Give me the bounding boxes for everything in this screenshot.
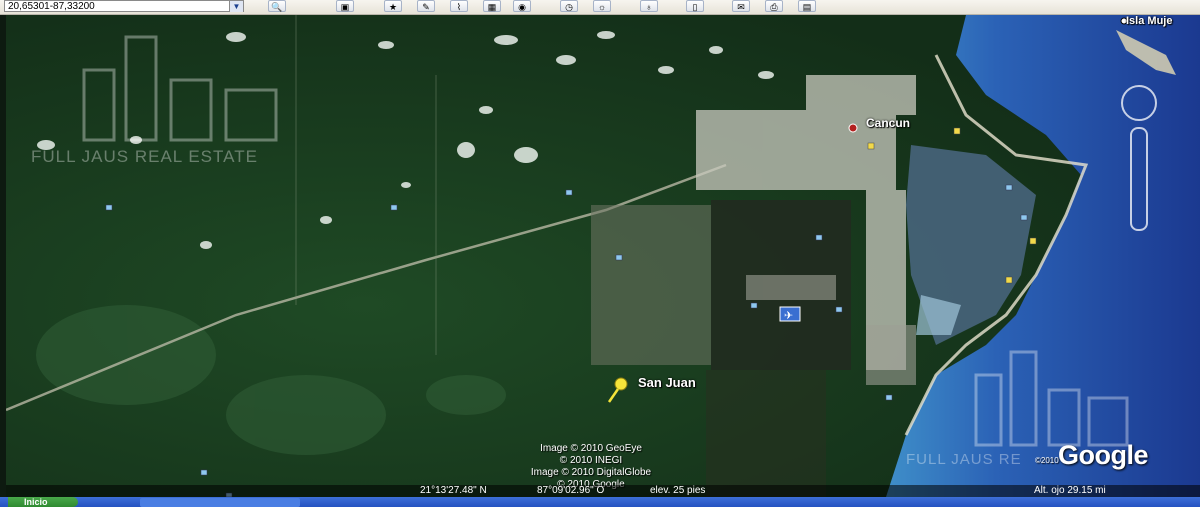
zoom-slider[interactable] — [1130, 127, 1148, 231]
watermark-logo-2 — [974, 350, 1129, 447]
google-logo: Google — [1058, 440, 1149, 470]
print-icon[interactable]: ⎙ — [765, 0, 783, 12]
place-label-san-juan[interactable]: San Juan — [638, 375, 696, 390]
ruler-icon[interactable]: ▯ — [686, 0, 704, 12]
placemark-icon[interactable]: ★ — [384, 0, 402, 12]
taskbar-window-item[interactable] — [140, 498, 300, 507]
watermark-text: FULL JAUS REAL ESTATE — [31, 147, 258, 166]
email-icon[interactable]: ✉ — [732, 0, 750, 12]
historical-imagery-icon[interactable]: ◷ — [560, 0, 578, 12]
chevron-down-icon[interactable]: ▼ — [229, 1, 243, 12]
sunlight-icon[interactable]: ☼ — [593, 0, 611, 12]
watermark-text-2: FULL JAUS RE — [906, 451, 1022, 468]
planet-switch-icon[interactable]: ♁ — [640, 0, 658, 12]
imagery-credit-inegi: © 2010 INEGI — [559, 455, 623, 466]
record-tour-icon[interactable]: ◉ — [513, 0, 531, 12]
imagery-credit-geoeye: Image © 2010 GeoEye — [540, 443, 642, 454]
coordinates-value: 20,65301-87,33200 — [8, 1, 95, 12]
satellite-map[interactable]: ✈ FULL JAUS REAL ESTATE FULL JAUS RE Can… — [6, 15, 1200, 497]
path-icon[interactable]: ⌇ — [450, 0, 468, 12]
look-joystick[interactable] — [1121, 85, 1157, 121]
windows-taskbar: Inicio — [0, 497, 1200, 507]
pushpin-icon[interactable] — [604, 375, 630, 405]
eye-altitude-readout: Alt. ojo 29.15 mi — [1034, 485, 1106, 496]
polygon-icon[interactable]: ✎ — [417, 0, 435, 12]
svg-text:✈: ✈ — [784, 309, 793, 322]
view-in-maps-icon[interactable]: ▤ — [798, 0, 816, 12]
start-button[interactable]: Inicio — [8, 497, 78, 507]
image-overlay-icon[interactable]: ▦ — [483, 0, 501, 12]
place-label-cancun[interactable]: Cancun — [866, 116, 910, 130]
imagery-credit-digitalglobe: Image © 2010 DigitalGlobe — [530, 467, 652, 478]
elevation-readout: elev. 25 pies — [650, 485, 706, 496]
watermark-logo — [82, 35, 278, 142]
sidebar-toggle-icon[interactable]: ▣ — [336, 0, 354, 12]
status-bar: 21°13'27.48" N 87°09'02.96" O elev. 25 p… — [6, 485, 1200, 497]
place-label-isla-mujeres[interactable]: Isla Muje — [1126, 15, 1172, 27]
toolbar: 20,65301-87,33200 ▼ 🔍 ▣ ★ ✎ ⌇ ▦ ◉ ◷ ☼ ♁ … — [0, 0, 1200, 15]
google-copyright: ©2010 — [1035, 456, 1059, 465]
latitude-readout: 21°13'27.48" N — [420, 485, 487, 496]
search-icon[interactable]: 🔍 — [268, 0, 286, 12]
coordinates-input[interactable]: 20,65301-87,33200 ▼ — [4, 0, 244, 12]
longitude-readout: 87°09'02.96" O — [537, 485, 605, 496]
